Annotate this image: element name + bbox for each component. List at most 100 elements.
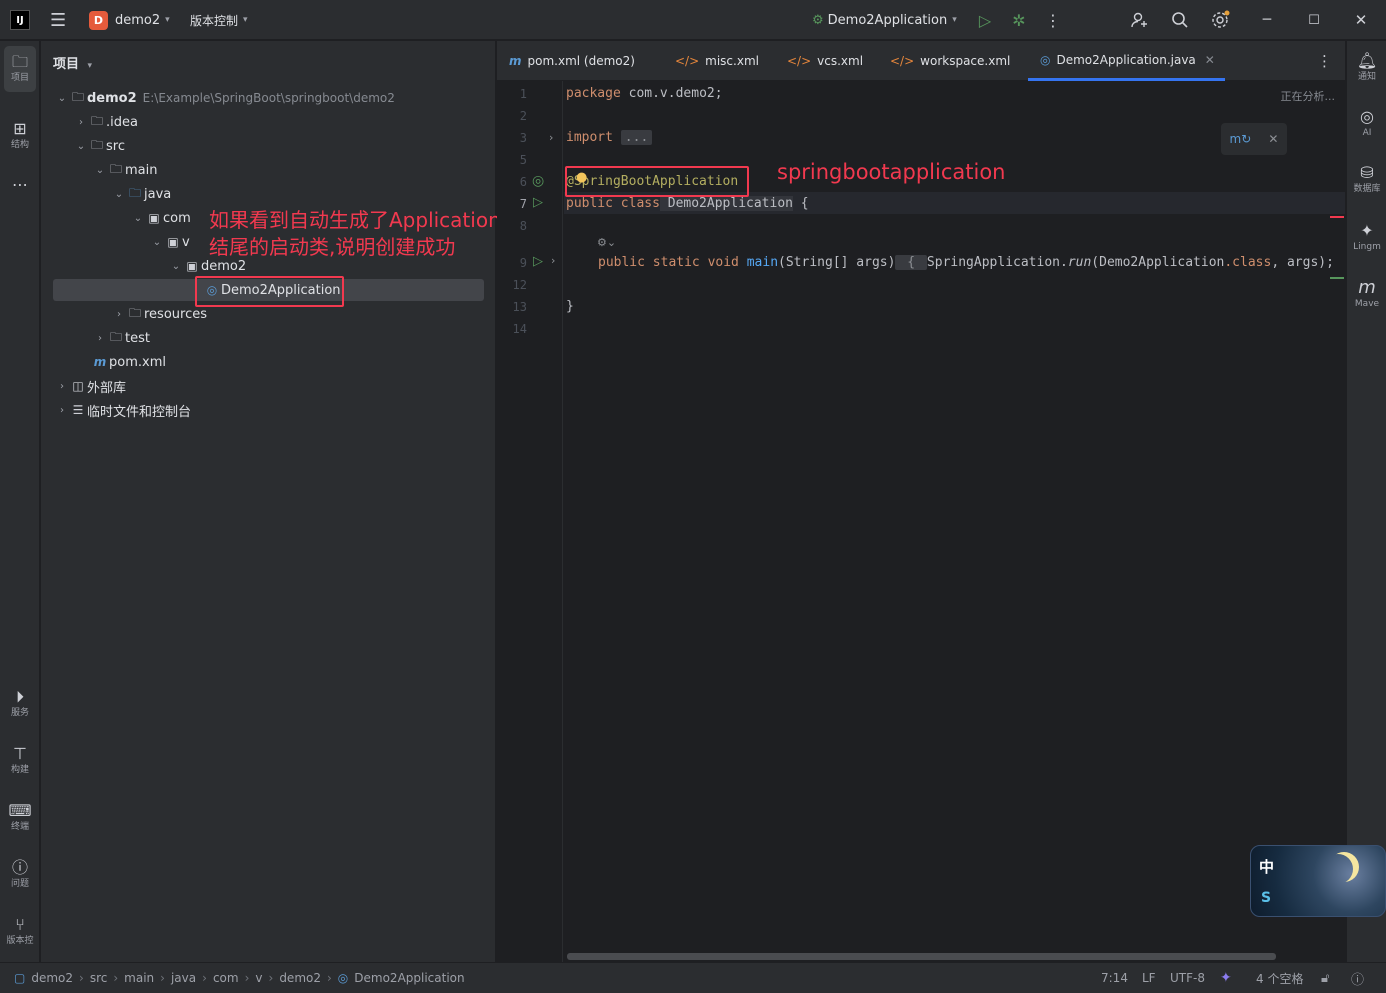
maven-reload-icon[interactable]: m↻ [1230, 132, 1252, 146]
readonly-lock-icon[interactable]: 🔓︎ [1321, 963, 1329, 993]
line-number: 8 [519, 219, 527, 233]
code-line-main[interactable]: public static void main(String[] args) {… [598, 255, 1334, 270]
main-menu-icon[interactable]: ☰ [50, 0, 70, 40]
tree-node-external-libraries[interactable]: › ◫ 外部库 [55, 375, 126, 397]
tab-vcs-xml[interactable]: </> vcs.xml [787, 41, 863, 81]
tree-node-v[interactable]: ⌄ ▣ v [150, 231, 190, 253]
breadcrumb-item[interactable]: src [90, 971, 108, 985]
chevron-down-icon: ⌄ [133, 212, 143, 224]
spring-run-icon: ⚙ [812, 12, 824, 28]
breadcrumb-item[interactable]: demo2 [31, 971, 73, 985]
tree-node-scratches[interactable]: › ☰ 临时文件和控制台 [55, 399, 191, 421]
project-switcher[interactable]: demo2 ▾ [115, 0, 170, 40]
chevron-down-icon: ⌄ [95, 164, 105, 176]
tab-pom-xml[interactable]: m pom.xml (demo2) [509, 41, 635, 81]
ai-tool-button[interactable]: ◎ AI [1349, 107, 1385, 139]
project-tool-button[interactable]: 🗀 项目 [4, 46, 36, 92]
lingma-icon: ✦ [1360, 221, 1374, 240]
add-user-icon[interactable] [1128, 0, 1152, 40]
close-icon[interactable]: ✕ [1268, 132, 1278, 146]
tree-node-demo2-root[interactable]: ⌄ 🗀 demo2 E:\Example\SpringBoot\springbo… [55, 87, 395, 109]
more-tools-icon[interactable]: ⋯ [4, 175, 36, 195]
run-icon[interactable]: ▷ [973, 0, 997, 40]
more-actions-icon[interactable]: ⋮ [1041, 0, 1065, 40]
status-bar: ▢ demo2 › src › main › java › com › v › demo2 ›… [0, 962, 1386, 993]
chevron-right-icon: › [60, 380, 64, 392]
editor-tabs: m pom.xml (demo2) </> misc.xml </> vcs.x… [497, 41, 1345, 81]
notifications-tool-button[interactable]: 🔔︎ 通知 [1349, 51, 1385, 83]
ai-inlay-icon[interactable]: ⚙⌄ [597, 236, 616, 249]
breadcrumb-item[interactable]: main [124, 971, 154, 985]
problems-tool-button[interactable]: ⓘ 问题 [4, 858, 36, 890]
tree-node-src[interactable]: ⌄ 🗀 src [74, 135, 125, 157]
breadcrumb-item[interactable]: Demo2Application [354, 971, 464, 985]
error-stripe-mark [1330, 216, 1344, 218]
maximize-icon[interactable]: ☐ [1302, 0, 1326, 40]
build-tool-button[interactable]: ⊤ 构建 [4, 744, 36, 776]
spring-class-icon: ◎ [337, 971, 349, 985]
project-panel-title[interactable]: 项目 ▾ [53, 53, 92, 72]
project-badge[interactable]: D [89, 11, 108, 30]
search-icon[interactable] [1168, 0, 1192, 40]
fold-chevron-icon[interactable]: › [551, 254, 555, 267]
settings-gear-icon[interactable] [1208, 0, 1232, 40]
tabs-more-icon[interactable]: ⋮ [1317, 41, 1332, 81]
change-stripe-mark [1330, 277, 1344, 279]
code-line-import[interactable]: import ... [566, 130, 653, 145]
tab-misc-xml[interactable]: </> misc.xml [675, 41, 759, 81]
line-number: 1 [519, 87, 527, 101]
horizontal-scrollbar[interactable] [567, 953, 1276, 960]
tree-node-main[interactable]: ⌄ 🗀 main [93, 159, 158, 181]
line-number: 6 [519, 175, 527, 189]
services-icon: ⏵ [15, 687, 24, 706]
run-class-gutter-icon[interactable]: ▷ [533, 195, 543, 210]
app-logo[interactable]: IJ [10, 10, 30, 30]
breadcrumb-item[interactable]: com [213, 971, 239, 985]
code-line-close-brace[interactable]: } [566, 299, 574, 314]
folder-icon: 🗀 [109, 329, 122, 344]
caret-position[interactable]: 7:14 [1101, 963, 1128, 993]
tree-node-idea[interactable]: › 🗀 .idea [74, 111, 138, 133]
breadcrumb-item[interactable]: demo2 [279, 971, 321, 985]
structure-tool-button[interactable]: ⊞ 结构 [4, 119, 36, 151]
git-tool-button[interactable]: ⑂ 版本控 [4, 915, 36, 947]
tab-close-icon[interactable]: ✕ [1205, 53, 1215, 67]
chevron-down-icon: ⌄ [152, 236, 162, 248]
database-tool-button[interactable]: ⛁ 数据库 [1349, 163, 1385, 195]
fold-chevron-icon[interactable]: › [549, 131, 553, 144]
spring-bean-gutter-icon[interactable]: ◎ [532, 173, 544, 189]
warning-icon[interactable]: ⓘ [1351, 963, 1364, 993]
title-bar: IJ ☰ D demo2 ▾ 版本控制 ▾ ⚙ Demo2Application… [0, 0, 1386, 40]
indent-setting[interactable]: 4 个空格 [1256, 963, 1303, 993]
lingma-tool-button[interactable]: ✦ Lingm [1349, 221, 1385, 253]
code-line-class[interactable]: public class Demo2Application { [566, 196, 809, 211]
breadcrumb-item[interactable]: java [171, 971, 196, 985]
tree-node-com[interactable]: ⌄ ▣ com [131, 207, 191, 229]
maven-tool-button[interactable]: m Mave [1349, 278, 1385, 310]
ai-assistant-status-icon[interactable]: ✦ [1220, 963, 1232, 993]
terminal-tool-button[interactable]: ⌨ 终端 [4, 801, 36, 833]
ime-widget[interactable]: 中 S [1250, 845, 1386, 917]
run-config-selector[interactable]: ⚙ Demo2Application ▾ [812, 0, 957, 40]
run-main-gutter-icon[interactable]: ▷ [533, 254, 543, 269]
file-encoding[interactable]: UTF-8 [1170, 963, 1205, 993]
chevron-right-icon: › [79, 116, 83, 128]
tree-node-resources[interactable]: › 🗀 resources [112, 303, 207, 325]
close-icon[interactable]: ✕ [1349, 0, 1373, 40]
minimize-icon[interactable]: ─ [1255, 0, 1279, 40]
tree-node-java[interactable]: ⌄ 🗀 java [112, 183, 171, 205]
terminal-icon: ⌨ [8, 801, 32, 820]
code-line-package[interactable]: package com.v.demo2; [566, 86, 723, 101]
services-tool-button[interactable]: ⏵ 服务 [4, 687, 36, 719]
tab-workspace-xml[interactable]: </> workspace.xml [890, 41, 1010, 81]
tree-node-pom[interactable]: m pom.xml [91, 351, 166, 373]
folder-icon: 🗀 [109, 161, 122, 176]
annotation-springbootapplication: springbootapplication [777, 160, 1006, 184]
breadcrumb-item[interactable]: v [255, 971, 262, 985]
debug-icon[interactable]: ✲ [1007, 0, 1031, 40]
tree-node-test[interactable]: › 🗀 test [93, 327, 150, 349]
ai-icon: ◎ [1360, 107, 1374, 126]
vcs-menu[interactable]: 版本控制 ▾ [190, 0, 248, 40]
line-separator[interactable]: LF [1142, 963, 1156, 993]
tab-demo2application-java[interactable]: ◎ Demo2Application.java ✕ [1028, 41, 1225, 81]
